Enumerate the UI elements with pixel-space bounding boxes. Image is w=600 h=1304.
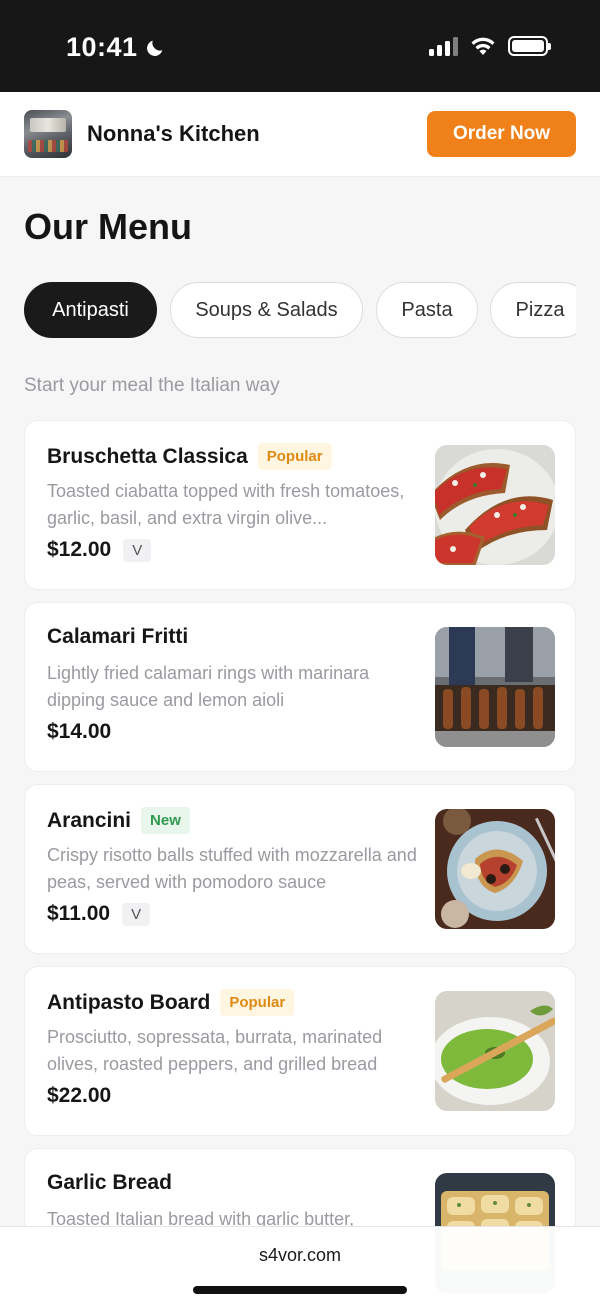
wifi-icon	[471, 37, 495, 55]
browser-bottom-bar: s4vor.com	[0, 1226, 600, 1304]
battery-icon	[508, 36, 551, 56]
tab-pasta[interactable]: Pasta	[376, 282, 478, 338]
item-name: Antipasto Board	[47, 990, 211, 1014]
page-title: Our Menu	[24, 206, 192, 247]
menu-item-card[interactable]: Calamari Fritti Lightly fried calamari r…	[24, 602, 576, 772]
home-indicator[interactable]	[193, 1286, 407, 1294]
section-subtitle: Start your meal the Italian way	[24, 375, 280, 396]
popular-badge: Popular	[220, 989, 295, 1016]
item-price: $14.00	[47, 720, 112, 743]
item-photo	[435, 445, 555, 565]
menu-item-card[interactable]: Arancini New Crispy risotto balls stuffe…	[24, 784, 576, 954]
tab-soups-salads[interactable]: Soups & Salads	[170, 282, 363, 338]
item-name: Arancini	[47, 808, 132, 832]
app-header: Nonna's Kitchen Order Now	[0, 92, 600, 177]
item-photo	[435, 991, 555, 1111]
cellular-signal-icon	[429, 36, 458, 56]
item-name: Bruschetta Classica	[47, 444, 248, 468]
address-bar[interactable]: s4vor.com	[0, 1245, 600, 1266]
popular-badge: Popular	[257, 443, 332, 470]
item-description: Lightly fried calamari rings with marina…	[47, 663, 370, 710]
tab-antipasti[interactable]: Antipasti	[24, 282, 157, 338]
restaurant-logo[interactable]	[24, 110, 72, 158]
item-photo	[435, 627, 555, 747]
moon-icon	[146, 40, 162, 56]
menu-item-card[interactable]: Bruschetta Classica Popular Toasted ciab…	[24, 420, 576, 590]
item-price: $12.00	[47, 538, 112, 561]
vegetarian-tag: V	[122, 902, 151, 926]
clock: 10:41	[66, 32, 138, 62]
status-bar: 10:41	[0, 0, 600, 92]
status-time: 10:41	[66, 32, 166, 63]
item-description: Toasted ciabatta topped with fresh tomat…	[47, 481, 405, 528]
item-description: Crispy risotto balls stuffed with mozzar…	[47, 845, 417, 892]
brand-name: Nonna's Kitchen	[87, 121, 260, 146]
item-price: $11.00	[47, 902, 111, 925]
vegetarian-tag: V	[123, 538, 152, 562]
menu-item-card[interactable]: Antipasto Board Popular Prosciutto, sopr…	[24, 966, 576, 1136]
item-name: Garlic Bread	[47, 1171, 172, 1194]
item-name: Calamari Fritti	[47, 625, 189, 648]
item-photo	[435, 809, 555, 929]
item-description: Prosciutto, sopressata, burrata, marinat…	[47, 1027, 383, 1074]
new-badge: New	[141, 807, 190, 834]
order-now-button[interactable]: Order Now	[427, 111, 576, 157]
status-icons	[429, 36, 551, 56]
item-price: $22.00	[47, 1084, 112, 1107]
tab-pizza[interactable]: Pizza	[490, 282, 576, 338]
category-tabs: Antipasti Soups & Salads Pasta Pizza	[24, 282, 576, 338]
